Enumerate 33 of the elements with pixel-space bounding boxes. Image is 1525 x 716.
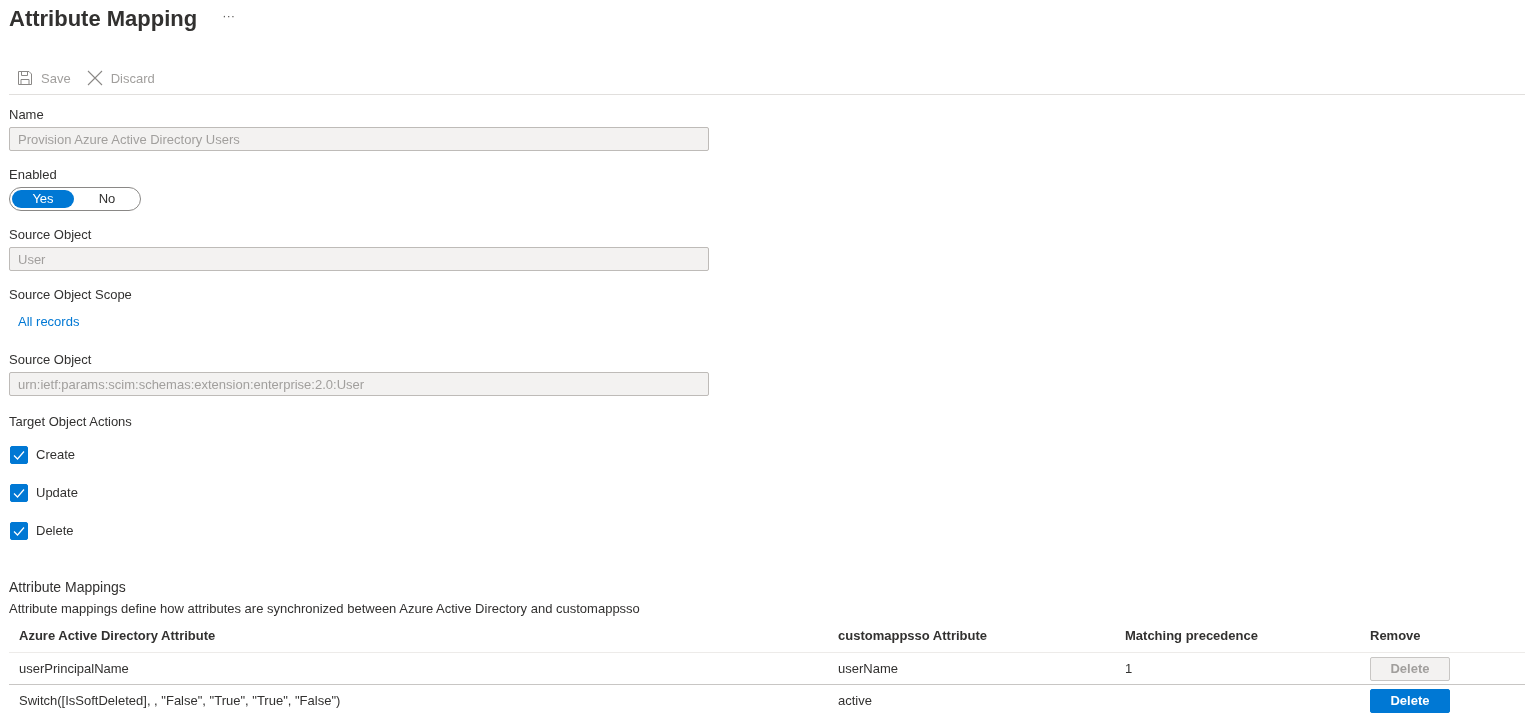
more-button[interactable]: ··· (217, 7, 241, 25)
section-title: Attribute Mappings (9, 578, 127, 597)
checkbox-label: Create (36, 446, 76, 464)
toggle-option[interactable]: Yes (12, 190, 74, 208)
checkmark-icon (13, 449, 25, 461)
column-header: Remove (1369, 627, 1422, 645)
checkmark-icon (13, 487, 25, 499)
section-description: Attribute mappings define how attributes are synchronized between Azure Active Directory and customappsso (9, 600, 641, 618)
table-cell-text: active (837, 691, 872, 710)
delete-button[interactable]: Delete (1370, 688, 1450, 713)
table-cell-text: userPrincipalName (18, 659, 129, 678)
toggle-option[interactable]: No (76, 190, 138, 208)
table-cell-text: 1 (1124, 659, 1133, 678)
column-header: Azure Active Directory Attribute (18, 627, 217, 645)
checkbox-label: Update (36, 484, 78, 502)
field-label: Enabled (9, 166, 58, 184)
field-label: Source Object (9, 351, 93, 369)
checkbox[interactable] (10, 522, 28, 540)
table-cell-text: Switch([IsSoftDeleted], , "False", "True", "True", "False") (18, 691, 341, 710)
field-label: Source Object Scope (9, 286, 133, 304)
checkmark-icon (13, 525, 25, 537)
checkbox[interactable] (10, 484, 28, 502)
scope-link[interactable]: All records (9, 310, 89, 334)
field-label: Name (9, 106, 45, 124)
checkbox[interactable] (10, 446, 28, 464)
field-label: Target Object Actions (9, 413, 133, 431)
column-header: customappsso Attribute (837, 627, 989, 645)
checkbox-label: Delete (36, 522, 74, 540)
field-label: Source Object (9, 226, 93, 244)
page-title: Attribute Mapping (9, 5, 198, 33)
cross-icon (86, 70, 103, 86)
column-header: Matching precedence (1124, 627, 1259, 645)
table-cell-text: userName (837, 659, 898, 678)
